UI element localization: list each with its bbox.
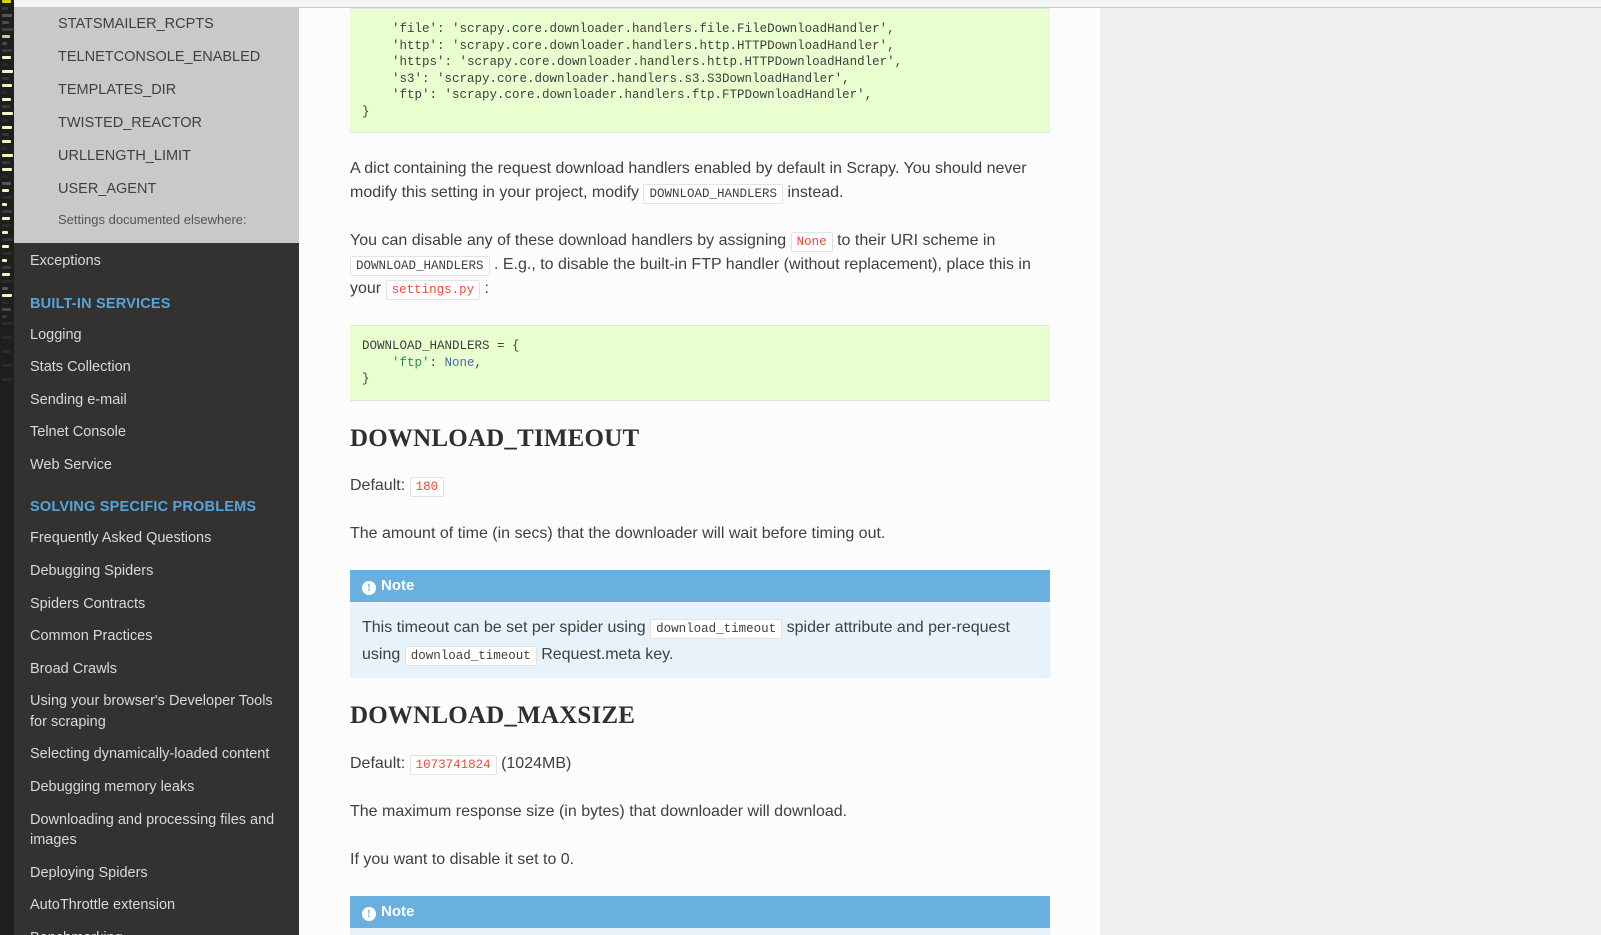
document-content: 'file': 'scrapy.core.downloader.handlers… xyxy=(350,8,1050,935)
paragraph-disable-mid: to their URI scheme in xyxy=(837,232,996,249)
code-token-setting-name: DOWNLOAD_HANDLERS xyxy=(362,339,490,353)
code-token-colon: : xyxy=(429,355,445,370)
sidebar-item-templates-dir[interactable]: TEMPLATES_DIR xyxy=(14,74,299,107)
sidebar-item-benchmarking[interactable]: Benchmarking xyxy=(14,922,299,935)
code-token-comma: , xyxy=(474,355,483,370)
sidebar-caption-built-in-services: BUILT-IN SERVICES xyxy=(30,295,171,312)
sidebar-dark-section: Exceptions BUILT-IN SERVICES Logging Sta… xyxy=(14,243,299,935)
code-token-ftp-key: 'ftp' xyxy=(362,355,430,370)
sidebar-item-debugging-memory-leaks[interactable]: Debugging memory leaks xyxy=(14,771,299,804)
note-title-bar-maxsize: ! Note xyxy=(350,895,1050,928)
sidebar-settings-elsewhere-note: Settings documented elsewhere: xyxy=(58,212,247,228)
code-token-close-brace: } xyxy=(362,372,370,386)
note-body-timeout: This timeout can be set per spider using… xyxy=(350,602,1050,678)
paragraph-maxsize-description: The maximum response size (in bytes) tha… xyxy=(350,802,848,820)
code-block-disable-ftp: DOWNLOAD_HANDLERS = { 'ftp': None, } xyxy=(350,325,1050,401)
note-title-bar: ! Note xyxy=(350,570,1050,603)
sidebar-item-debugging-spiders[interactable]: Debugging Spiders xyxy=(14,555,299,588)
browser-viewport: STATSMAILER_RCPTS TELNETCONSOLE_ENABLED … xyxy=(0,0,1601,935)
inline-code-maxsize-default-value: 1073741824 xyxy=(409,754,497,775)
sidebar-item-statsmailer-rcpts[interactable]: STATSMAILER_RCPTS xyxy=(14,8,299,41)
browser-chrome-strip xyxy=(14,0,1601,8)
paragraph-dict-text-tail: instead. xyxy=(787,184,844,201)
inline-code-timeout-default-value: 180 xyxy=(409,477,445,497)
sidebar-item-deploying-spiders[interactable]: Deploying Spiders xyxy=(14,857,299,890)
paragraph-dict-description: A dict containing the request download h… xyxy=(350,157,1050,205)
sidebar-current-page-section: STATSMAILER_RCPTS TELNETCONSOLE_ENABLED … xyxy=(14,8,299,243)
sidebar-item-developer-tools[interactable]: Using your browser's Developer Tools for… xyxy=(14,685,299,738)
sidebar-item-telnetconsole-enabled[interactable]: TELNETCONSOLE_ENABLED xyxy=(14,41,299,74)
sidebar-caption-solving-specific-problems: SOLVING SPECIFIC PROBLEMS xyxy=(30,499,257,516)
note-admonition-maxsize: ! Note This size can be set per spider us… xyxy=(350,895,1050,935)
label-maxsize-mb: (1024MB) xyxy=(501,754,572,772)
sidebar-item-dynamically-loaded-content[interactable]: Selecting dynamically-loaded content xyxy=(14,738,299,771)
note-title-label: Note xyxy=(381,577,415,594)
sidebar-item-autothrottle-extension[interactable]: AutoThrottle extension xyxy=(14,889,299,922)
note-title-label-maxsize: Note xyxy=(381,902,415,920)
paragraph-disable-colon: : xyxy=(484,280,489,297)
heading-download-timeout: DOWNLOAD_TIMEOUT xyxy=(350,424,640,452)
sidebar-item-telnet-console[interactable]: Telnet Console xyxy=(14,416,299,449)
sidebar-item-stats-collection[interactable]: Stats Collection xyxy=(14,351,299,384)
sidebar-item-logging[interactable]: Logging xyxy=(14,319,299,352)
sidebar-item-web-service[interactable]: Web Service xyxy=(14,449,299,482)
heading-download-maxsize: DOWNLOAD_MAXSIZE xyxy=(350,702,636,730)
note-body-maxsize: This size can be set per spider using do… xyxy=(350,928,1050,935)
label-default-maxsize: Default: xyxy=(350,754,406,772)
sidebar-item-exceptions[interactable]: Exceptions xyxy=(14,245,299,278)
sidebar-item-sending-email[interactable]: Sending e-mail xyxy=(14,384,299,417)
code-token-assign: = { xyxy=(489,339,520,353)
sidebar-navigation[interactable]: STATSMAILER_RCPTS TELNETCONSOLE_ENABLED … xyxy=(14,8,299,935)
paragraph-timeout-default: Default: 180 xyxy=(350,474,1050,498)
document-page: 'file': 'scrapy.core.downloader.handlers… xyxy=(299,8,1100,935)
note-admonition-timeout: ! Note This timeout can be set per spider… xyxy=(350,570,1050,679)
sidebar-item-spiders-contracts[interactable]: Spiders Contracts xyxy=(14,588,299,621)
sidebar-item-faq[interactable]: Frequently Asked Questions xyxy=(14,522,299,555)
page-gutter xyxy=(1100,8,1601,935)
inline-code-download-timeout-1: download_timeout xyxy=(650,619,783,640)
code-token-none-value: None xyxy=(444,355,475,370)
sidebar-item-twisted-reactor[interactable]: TWISTED_REACTOR xyxy=(14,107,299,140)
paragraph-maxsize-disable: If you want to disable it set to 0. xyxy=(350,850,575,868)
paragraph-timeout-description: The amount of time (in secs) that the do… xyxy=(350,525,886,542)
note-timeout-tail: Request.meta key. xyxy=(541,646,674,664)
paragraph-maxsize-default: Default: 1073741824 (1024MB) xyxy=(350,752,1050,776)
inline-code-download-handlers-1: DOWNLOAD_HANDLERS xyxy=(643,184,783,204)
sidebar-item-downloading-files-images[interactable]: Downloading and processing files and ima… xyxy=(14,804,299,857)
code-block-download-handlers-default: 'file': 'scrapy.core.downloader.handlers… xyxy=(350,8,1050,133)
sidebar-item-common-practices[interactable]: Common Practices xyxy=(14,620,299,653)
paragraph-disable-handlers: You can disable any of these download ha… xyxy=(350,229,1050,301)
inline-code-download-handlers-2: DOWNLOAD_HANDLERS xyxy=(350,256,490,276)
label-default-timeout: Default: xyxy=(350,477,406,494)
note-timeout-lead: This timeout can be set per spider using xyxy=(362,619,646,637)
sidebar-item-broad-crawls[interactable]: Broad Crawls xyxy=(14,653,299,686)
paragraph-disable-lead: You can disable any of these download ha… xyxy=(350,232,787,249)
inline-code-settings-py: settings.py xyxy=(385,280,481,300)
background-editor-window[interactable] xyxy=(0,0,14,935)
sidebar-item-urllength-limit[interactable]: URLLENGTH_LIMIT xyxy=(14,140,299,173)
inline-code-none: None xyxy=(790,232,833,252)
exclamation-circle-icon: ! xyxy=(362,906,376,921)
inline-code-download-timeout-2: download_timeout xyxy=(404,646,537,667)
sidebar-item-user-agent[interactable]: USER_AGENT xyxy=(14,173,299,206)
exclamation-circle-icon: ! xyxy=(362,581,376,595)
